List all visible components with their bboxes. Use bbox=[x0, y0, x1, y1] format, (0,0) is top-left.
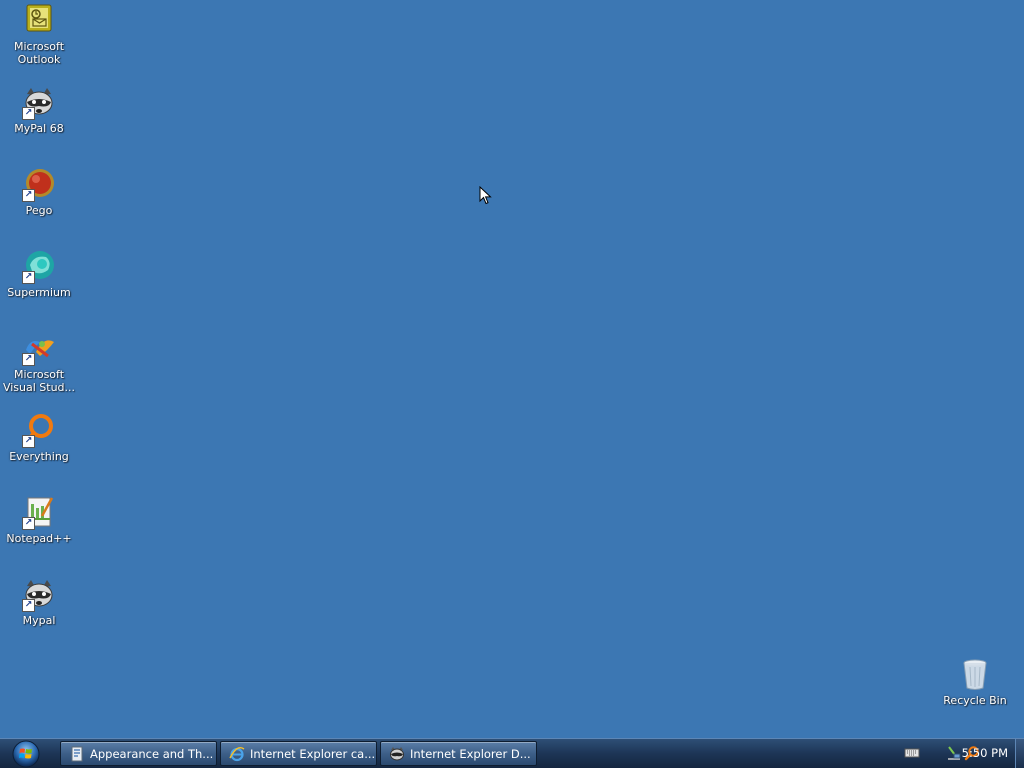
shortcut-arrow-icon: ↗ bbox=[22, 107, 35, 120]
desktop-icon-visual-studio[interactable]: ↗ Microsoft Visual Stud... bbox=[0, 332, 79, 394]
desktop-icon-label: Pego bbox=[25, 204, 53, 217]
taskbar-button-label: Internet Explorer D... bbox=[410, 746, 531, 761]
everything-icon: ↗ bbox=[22, 414, 56, 448]
desktop[interactable]: Microsoft Outlook ↗ MyPal 68 ↗ Pego ↗ Su… bbox=[0, 0, 1024, 738]
visual-studio-icon: ↗ bbox=[22, 332, 56, 366]
recycle-bin-icon bbox=[958, 658, 992, 692]
shortcut-arrow-icon: ↗ bbox=[22, 435, 35, 448]
notepad-plus-plus-icon: ↗ bbox=[22, 496, 56, 530]
outlook-icon bbox=[22, 4, 56, 38]
raccoon-icon bbox=[389, 746, 405, 762]
shortcut-arrow-icon: ↗ bbox=[22, 517, 35, 530]
desktop-icon-everything[interactable]: ↗ Everything bbox=[0, 414, 79, 463]
desktop-icon-mypal-68[interactable]: ↗ MyPal 68 bbox=[0, 86, 79, 135]
raccoon-icon: ↗ bbox=[22, 86, 56, 120]
shortcut-arrow-icon: ↗ bbox=[22, 189, 35, 202]
desktop-icon-supermium[interactable]: ↗ Supermium bbox=[0, 250, 79, 299]
desktop-icon-label: Microsoft Visual Stud... bbox=[2, 368, 76, 394]
keyboard-icon[interactable] bbox=[904, 745, 920, 765]
pego-icon: ↗ bbox=[22, 168, 56, 202]
desktop-icon-label: Mypal bbox=[22, 614, 56, 627]
desktop-icon-recycle-bin[interactable]: Recycle Bin bbox=[935, 658, 1015, 707]
mouse-cursor-icon bbox=[479, 185, 493, 206]
desktop-icon-label: Notepad++ bbox=[6, 532, 72, 545]
desktop-icon-outlook[interactable]: Microsoft Outlook bbox=[0, 4, 79, 66]
start-button[interactable] bbox=[8, 740, 44, 768]
shortcut-arrow-icon: ↗ bbox=[22, 599, 35, 612]
desktop-icon-pego[interactable]: ↗ Pego bbox=[0, 168, 79, 217]
taskbar: Appearance and Th... Internet Explorer c… bbox=[0, 738, 1024, 768]
control-panel-icon bbox=[69, 746, 85, 762]
clock[interactable]: 5:50 PM bbox=[962, 746, 1008, 760]
taskbar-button-appearance[interactable]: Appearance and Th... bbox=[60, 741, 217, 766]
desktop-icon-label: MyPal 68 bbox=[14, 122, 64, 135]
taskbar-button-internet-explorer-d[interactable]: Internet Explorer D... bbox=[380, 741, 537, 766]
shortcut-arrow-icon: ↗ bbox=[22, 271, 35, 284]
raccoon-icon: ↗ bbox=[22, 578, 56, 612]
supermium-icon: ↗ bbox=[22, 250, 56, 284]
taskbar-button-internet-explorer-ca[interactable]: Internet Explorer ca... bbox=[220, 741, 377, 766]
network-icon[interactable] bbox=[946, 745, 962, 765]
show-desktop-button[interactable] bbox=[1015, 739, 1024, 768]
windows-start-orb-icon bbox=[12, 740, 40, 768]
desktop-icon-notepad-plus-plus[interactable]: ↗ Notepad++ bbox=[0, 496, 79, 545]
desktop-icon-label: Microsoft Outlook bbox=[13, 40, 65, 66]
desktop-icon-label: Recycle Bin bbox=[943, 694, 1007, 707]
taskbar-button-label: Appearance and Th... bbox=[90, 746, 214, 761]
desktop-icon-mypal[interactable]: ↗ Mypal bbox=[0, 578, 79, 627]
taskbar-button-label: Internet Explorer ca... bbox=[250, 746, 376, 761]
desktop-icon-label: Everything bbox=[9, 450, 69, 463]
shortcut-arrow-icon: ↗ bbox=[22, 353, 35, 366]
desktop-icon-label: Supermium bbox=[7, 286, 71, 299]
internet-explorer-icon bbox=[229, 746, 245, 762]
